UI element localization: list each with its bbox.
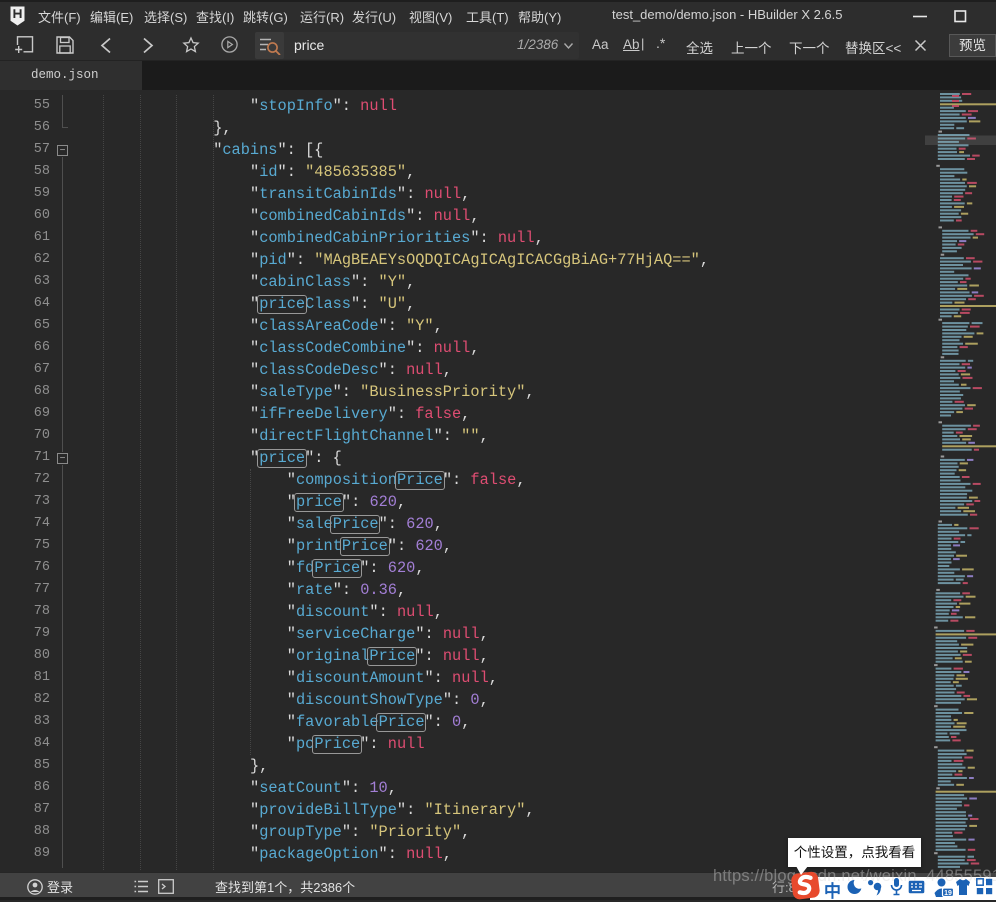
svg-text:19: 19 bbox=[944, 890, 952, 897]
